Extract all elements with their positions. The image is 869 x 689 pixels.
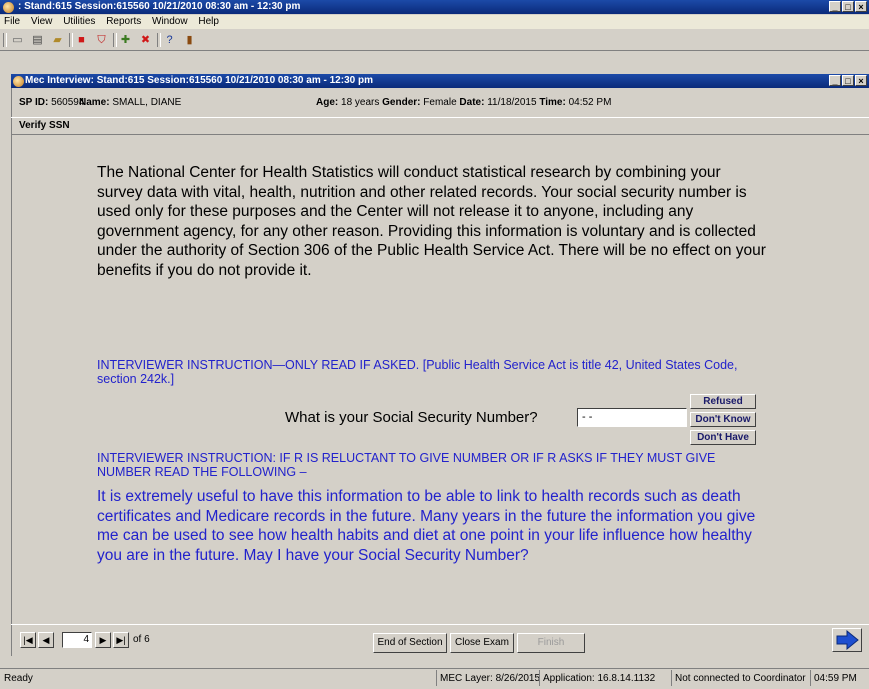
- child-minimize-button[interactable]: _: [829, 75, 841, 86]
- dont-know-button[interactable]: Don't Know: [690, 412, 756, 427]
- status-bar: Ready MEC Layer: 8/26/2015 Application: …: [0, 668, 869, 689]
- gender-label: Gender:: [382, 97, 421, 108]
- ssn-input[interactable]: - -: [577, 408, 687, 427]
- next-arrow-icon: [836, 629, 859, 651]
- status-application: Application: 16.8.14.1132: [539, 670, 655, 686]
- page-number-input[interactable]: 4: [62, 632, 92, 648]
- help-icon[interactable]: ?: [162, 33, 177, 47]
- child-maximize-button[interactable]: □: [842, 75, 854, 86]
- interviewer-instruction-2: INTERVIEWER INSTRUCTION: IF R IS RELUCTA…: [97, 451, 716, 479]
- ssn-question: What is your Social Security Number?: [285, 409, 538, 426]
- age-label: Age:: [316, 97, 339, 108]
- followup-text: It is extremely useful to have this info…: [97, 488, 756, 564]
- menu-bar: File View Utilities Reports Window Help: [0, 15, 869, 29]
- exit-icon[interactable]: ▮: [182, 33, 197, 47]
- app-icon[interactable]: [3, 2, 14, 13]
- time-value: 04:52 PM: [568, 97, 612, 108]
- maximize-button[interactable]: □: [842, 1, 854, 12]
- status-coordinator: Not connected to Coordinator: [671, 670, 806, 686]
- clipboard-icon[interactable]: ▤: [30, 33, 45, 47]
- minimize-button[interactable]: _: [829, 1, 841, 12]
- menu-file[interactable]: File: [4, 16, 20, 27]
- close-button[interactable]: ×: [855, 1, 867, 12]
- status-clock: 04:59 PM: [810, 670, 857, 686]
- section-header: Verify SSN: [11, 117, 869, 135]
- filter-icon[interactable]: ⛉: [94, 33, 109, 47]
- refused-button[interactable]: Refused: [690, 394, 756, 409]
- toolbar: ▭ ▤ ▰ ■ ⛉ ✚ ✖ ? ▮: [0, 30, 869, 51]
- cancel-icon[interactable]: ✖: [138, 33, 153, 47]
- first-page-icon[interactable]: |◀: [20, 632, 36, 648]
- page-count: of 6: [133, 634, 150, 645]
- interview-title-bar: Mec Interview: Stand:615 Session:615560 …: [11, 74, 869, 88]
- consent-text: The National Center for Health Statistic…: [97, 164, 766, 279]
- previous-page-icon[interactable]: ◀: [38, 632, 54, 648]
- tools-icon[interactable]: ✚: [118, 33, 133, 47]
- app-title-bar: : Stand:615 Session:615560 10/21/2010 08…: [0, 0, 869, 14]
- menu-help[interactable]: Help: [198, 16, 219, 27]
- gender-value: Female: [423, 97, 457, 108]
- name-label: Name:: [79, 97, 110, 108]
- name-value: SMALL, DIANE: [112, 97, 182, 108]
- app-title: : Stand:615 Session:615560 10/21/2010 08…: [18, 1, 301, 12]
- status-ready: Ready: [4, 673, 33, 684]
- interview-title: Mec Interview: Stand:615 Session:615560 …: [25, 75, 373, 86]
- menu-window[interactable]: Window: [152, 16, 188, 27]
- participant-bar: SP ID: 560594 Name: SMALL, DIANE Age: 18…: [11, 95, 869, 111]
- next-page-icon[interactable]: ▶: [95, 632, 111, 648]
- new-icon[interactable]: ▭: [10, 33, 25, 47]
- status-mec-layer: MEC Layer: 8/26/2015: [436, 670, 540, 686]
- stop-icon[interactable]: ■: [74, 33, 89, 47]
- date-value: 11/18/2015: [487, 97, 537, 108]
- last-page-icon[interactable]: ▶|: [113, 632, 129, 648]
- age-value: 18 years: [341, 97, 380, 108]
- folder-icon[interactable]: ▰: [50, 33, 65, 47]
- interview-icon: [13, 76, 24, 87]
- child-close-button[interactable]: ×: [855, 75, 867, 86]
- section-title: Verify SSN: [19, 120, 70, 131]
- time-label: Time:: [539, 97, 566, 108]
- next-arrow-button[interactable]: [832, 628, 862, 652]
- menu-view[interactable]: View: [31, 16, 53, 27]
- menu-utilities[interactable]: Utilities: [63, 16, 95, 27]
- menu-reports[interactable]: Reports: [106, 16, 141, 27]
- interviewer-instruction-1: INTERVIEWER INSTRUCTION—ONLY READ IF ASK…: [97, 358, 738, 386]
- finish-button[interactable]: Finish: [517, 633, 585, 653]
- dont-have-button[interactable]: Don't Have: [690, 430, 756, 445]
- date-label: Date:: [459, 97, 485, 108]
- close-exam-button[interactable]: Close Exam: [450, 633, 514, 653]
- end-of-section-button[interactable]: End of Section: [373, 633, 447, 653]
- sp-id-label: SP ID:: [19, 97, 49, 108]
